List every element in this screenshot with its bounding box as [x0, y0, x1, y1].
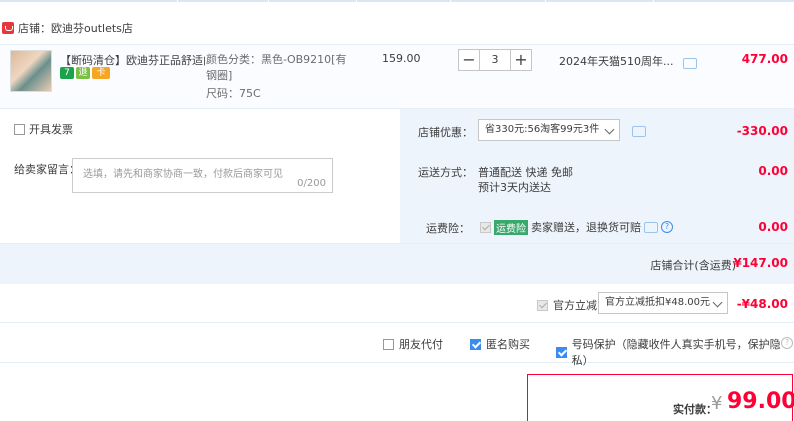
shipping-method: 普通配送 快递 免邮 — [478, 166, 573, 179]
friend-pay-label: 朋友代付 — [399, 338, 443, 351]
anonymous-option[interactable]: 匿名购买 — [470, 336, 530, 352]
message-counter: 0/200 — [297, 178, 326, 189]
shop-discount-amount: -330.00 — [736, 124, 788, 138]
message-label: 给卖家留言： — [14, 163, 80, 176]
insurance-amount: 0.00 — [758, 220, 788, 234]
product-title[interactable]: 【断码清仓】欧迪芬正品舒适内... — [60, 52, 205, 68]
message-placeholder: 选填，请先和商家协商一致，付款后商家可见 — [83, 169, 283, 180]
shop-header: 店铺：欧迪芬outlets店 — [0, 16, 133, 40]
promotion-info: 2024年天猫510周年... — [559, 53, 697, 69]
insurance-option: 运费险 卖家赠送，退换货可赔 ? — [480, 219, 673, 235]
phone-protect-checkbox[interactable] — [556, 346, 567, 358]
shipping-label: 运送方式： — [418, 166, 473, 179]
insurance-label: 运费险： — [426, 222, 470, 235]
promotion-text[interactable]: 2024年天猫510周年... — [559, 55, 673, 68]
seven-day-return-icon[interactable]: 7 — [60, 67, 74, 79]
chat-icon[interactable] — [632, 126, 646, 137]
chat-icon[interactable] — [644, 221, 658, 233]
help-icon[interactable]: ? — [781, 337, 793, 349]
invoice-option[interactable]: 开具发票 — [14, 121, 73, 137]
shop-discount-select[interactable]: 省330元:56淘客99元3件 — [478, 119, 620, 141]
phone-protect-label: 号码保护（隐藏收件人真实手机号，保护隐私） — [571, 338, 781, 367]
item-subtotal: 477.00 — [741, 52, 788, 66]
insurance-text: 卖家赠送，退换货可赔 — [531, 221, 641, 234]
chat-icon[interactable] — [682, 58, 697, 69]
insurance-checkbox — [480, 221, 491, 233]
shop-total-label: 店铺合计(含运费) — [650, 259, 736, 272]
invoice-label: 开具发票 — [29, 123, 73, 136]
official-discount-value: 官方立减抵扣¥48.00元 — [605, 297, 710, 308]
shop-discount-label: 店铺优惠： — [418, 126, 473, 139]
payment-currency: ¥ — [711, 393, 723, 414]
anonymous-checkbox[interactable] — [470, 338, 481, 350]
phone-protect-option[interactable]: 号码保护（隐藏收件人真实手机号，保护隐私） — [556, 336, 794, 368]
product-size-attr: 尺码：75C — [206, 87, 261, 100]
product-color-attr: 颜色分类：黑色-OB9210[有钢圈] — [206, 53, 347, 82]
anonymous-label: 匿名购买 — [486, 338, 530, 351]
shop-total-amount: ¥147.00 — [733, 256, 788, 270]
payment-summary: 实付款： ¥ 99.00 — [527, 374, 794, 421]
chevron-down-icon — [712, 297, 723, 308]
friend-pay-option[interactable]: 朋友代付 — [383, 336, 443, 352]
shop-discount-value: 省330元:56淘客99元3件 — [485, 124, 600, 135]
shipping-eta: 预计3天内送达 — [478, 181, 551, 194]
friend-pay-checkbox[interactable] — [383, 338, 394, 350]
increase-button[interactable]: + — [510, 49, 532, 71]
quantity-stepper: − 3 + — [458, 49, 532, 71]
quantity-input[interactable]: 3 — [480, 49, 510, 71]
shop-name[interactable]: 店铺：欧迪芬outlets店 — [18, 20, 133, 36]
payment-amount: 99.00 — [727, 389, 794, 414]
service-badges: 7 退 卡 — [60, 67, 110, 79]
official-discount-label: 官方立减 — [553, 299, 597, 312]
official-discount-amount: -¥48.00 — [736, 297, 788, 311]
unit-price: 159.00 — [382, 52, 421, 65]
official-discount-checkbox — [537, 299, 548, 311]
chevron-down-icon — [604, 124, 615, 135]
shipping-amount: 0.00 — [758, 164, 788, 178]
message-textarea[interactable]: 选填，请先和商家协商一致，付款后商家可见 0/200 — [72, 158, 333, 193]
top-divider — [0, 0, 794, 2]
official-discount-select[interactable]: 官方立减抵扣¥48.00元 — [598, 292, 728, 314]
insurance-tag: 运费险 — [494, 219, 528, 235]
help-icon[interactable]: ? — [661, 221, 673, 233]
tmall-icon — [2, 22, 14, 34]
invoice-checkbox[interactable] — [14, 123, 25, 135]
decrease-button[interactable]: − — [458, 49, 480, 71]
card-icon[interactable]: 卡 — [92, 67, 110, 79]
refund-icon[interactable]: 退 — [76, 67, 90, 79]
product-thumbnail[interactable] — [10, 50, 52, 92]
official-discount-option: 官方立减 — [537, 297, 597, 313]
